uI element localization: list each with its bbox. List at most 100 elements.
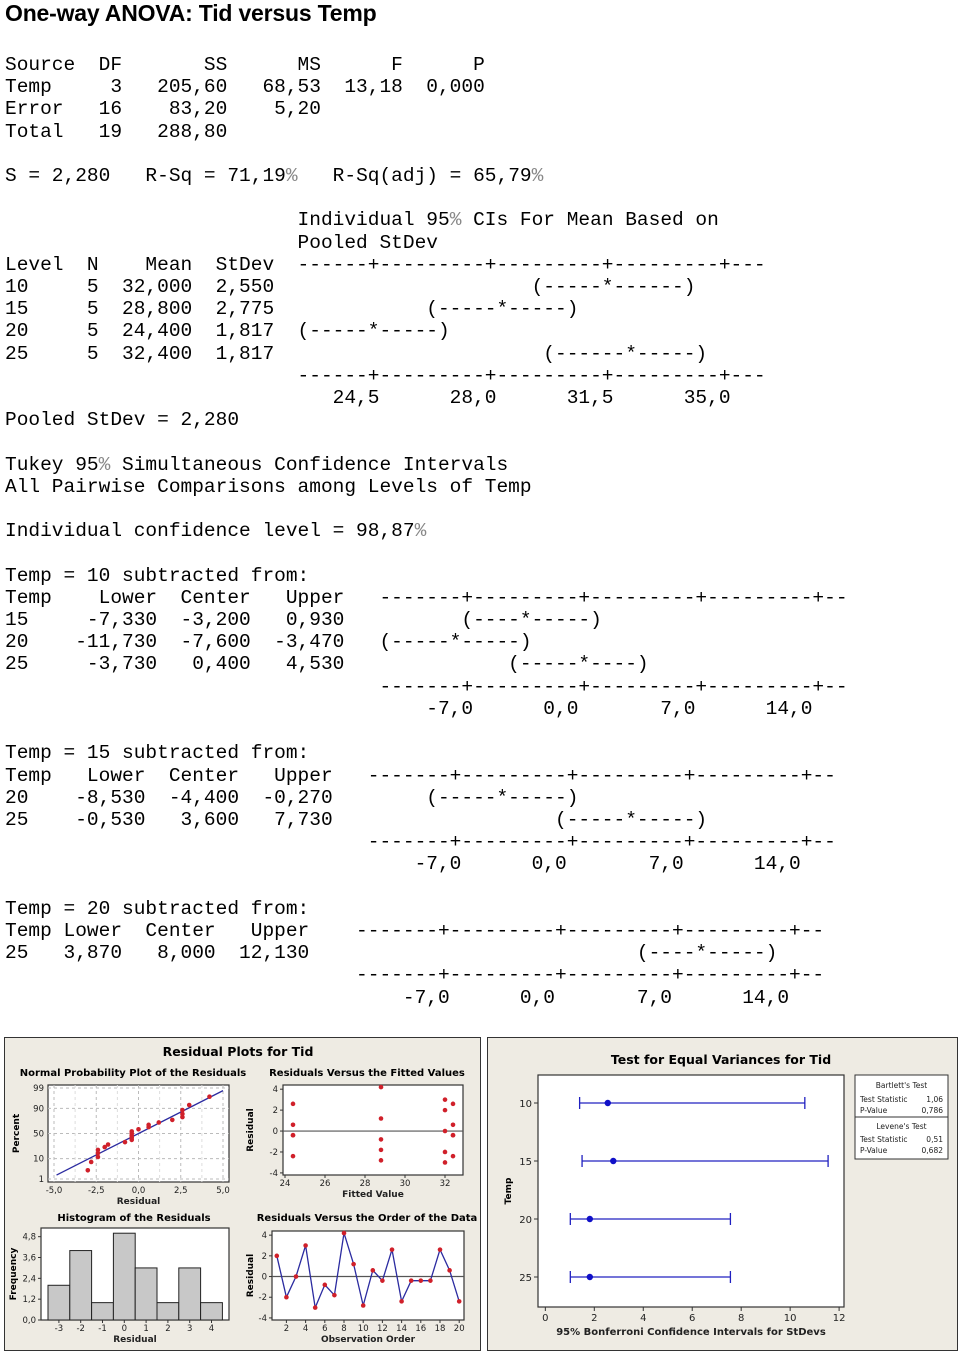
rvf-point [442,1107,448,1113]
order-point [447,1268,452,1273]
npp-xtick: -5,0 [46,1186,63,1196]
hist-bar [112,1232,136,1321]
hist-title: Histogram of the Residuals [57,1213,210,1224]
rvf-point [378,1116,384,1121]
order-ylabel: Residual [246,1254,256,1297]
npp-ytick: 50 [33,1130,44,1140]
npp-xtick: 2,5 [174,1186,188,1196]
order-point [284,1294,289,1300]
levene-stat-value: 0,51 [926,1135,943,1144]
order-ytick: -2 [259,1293,267,1303]
hist-ytick: 4,8 [22,1233,36,1243]
bartlett-stat-value: 1,06 [926,1095,943,1104]
ev-ytick: 25 [519,1273,532,1284]
npp-ytick: 99 [33,1084,44,1094]
order-point [428,1278,433,1283]
hist-bar [178,1267,202,1321]
levene-title: Levene's Test [876,1122,926,1131]
hist-xtick: 1 [143,1324,148,1334]
order-point [380,1278,385,1283]
npp-point [146,1122,151,1128]
npp-point [156,1120,162,1125]
hist-bar [47,1284,71,1321]
npp-title: Normal Probability Plot of the Residuals [20,1068,247,1079]
order-ytick: 4 [262,1231,267,1241]
npp-point [180,1107,185,1113]
npp-point [207,1094,212,1099]
ev-ylabel: Temp [504,1177,514,1204]
rvf-ytick: 2 [273,1106,278,1116]
hist-bar [91,1302,114,1321]
bartlett-title: Bartlett's Test [876,1081,928,1090]
npp-point [122,1139,128,1145]
npp-point [88,1159,94,1165]
npp-point [95,1147,101,1153]
rvf-point [378,1084,384,1090]
rvf-point [378,1147,384,1153]
order-point [341,1230,347,1236]
npp-ytick: 90 [33,1104,44,1114]
rvf-point [290,1122,296,1128]
order-point [351,1261,356,1267]
order-xtick: 10 [358,1324,369,1334]
order-point [332,1292,337,1298]
ev-xtick: 6 [689,1313,695,1324]
ev-xtick: 12 [833,1313,846,1324]
order-point [370,1268,376,1273]
rvf-point [378,1137,384,1142]
rvf-ytick: 4 [273,1085,278,1095]
hist-xtick: 0 [122,1324,127,1334]
order-point [418,1278,424,1283]
hist-xtick: -1 [98,1324,106,1334]
rvf-ytick: -4 [270,1169,278,1179]
order-xtick: 20 [454,1324,465,1334]
rvf-xtick: 26 [320,1179,331,1189]
ev-point [610,1157,617,1165]
ev-title: Test for Equal Variances for Tid [611,1052,831,1067]
order-xtick: 14 [396,1324,407,1334]
residual-panel-title: Residual Plots for Tid [163,1044,314,1059]
rvf-point [290,1153,296,1159]
rvf-point [290,1132,296,1138]
hist-xtick: -3 [55,1324,63,1334]
rvf-point [442,1149,448,1155]
ev-point [586,1273,594,1281]
bartlett-p-value: 0,786 [922,1106,944,1115]
hist-ytick: 3,6 [22,1254,36,1264]
npp-point [85,1168,91,1173]
hist-xtick: -2 [76,1324,84,1334]
ev-point [586,1215,594,1223]
hist-xtick: 2 [165,1324,170,1334]
npp-xtick: 5,0 [216,1186,230,1196]
bartlett-stat-label: Test Statistic [859,1095,908,1104]
rvf-point [450,1101,456,1107]
npp-point [186,1102,192,1108]
order-ytick: -4 [259,1314,267,1324]
npp-point [129,1129,135,1134]
order-xlabel: Observation Order [321,1335,416,1345]
npp-point [170,1117,175,1123]
ev-point [604,1099,611,1107]
hist-xlabel: Residual [113,1335,156,1345]
rvf-point [442,1097,448,1102]
hist-ytick: 1,2 [22,1295,36,1305]
rvf-xtick: 32 [440,1179,451,1189]
npp-xtick: 0,0 [132,1186,146,1196]
rvf-xtick: 28 [360,1179,371,1189]
rvf-point [450,1153,456,1159]
ev-ytick: 15 [519,1157,532,1168]
order-point [360,1303,366,1308]
order-point [456,1299,462,1304]
rvf-point [442,1128,448,1134]
hist-ylabel: Frequency [9,1248,19,1301]
rvf-title: Residuals Versus the Fitted Values [269,1068,465,1079]
order-point [293,1274,299,1279]
npp-xlabel: Residual [117,1197,160,1207]
rvf-point [450,1122,456,1128]
order-point [389,1247,395,1252]
hist-bar [200,1302,223,1321]
order-point [312,1305,318,1310]
bartlett-p-label: P-Value [860,1106,888,1115]
ev-ytick: 20 [519,1215,532,1226]
ev-plot-area [537,1074,845,1308]
